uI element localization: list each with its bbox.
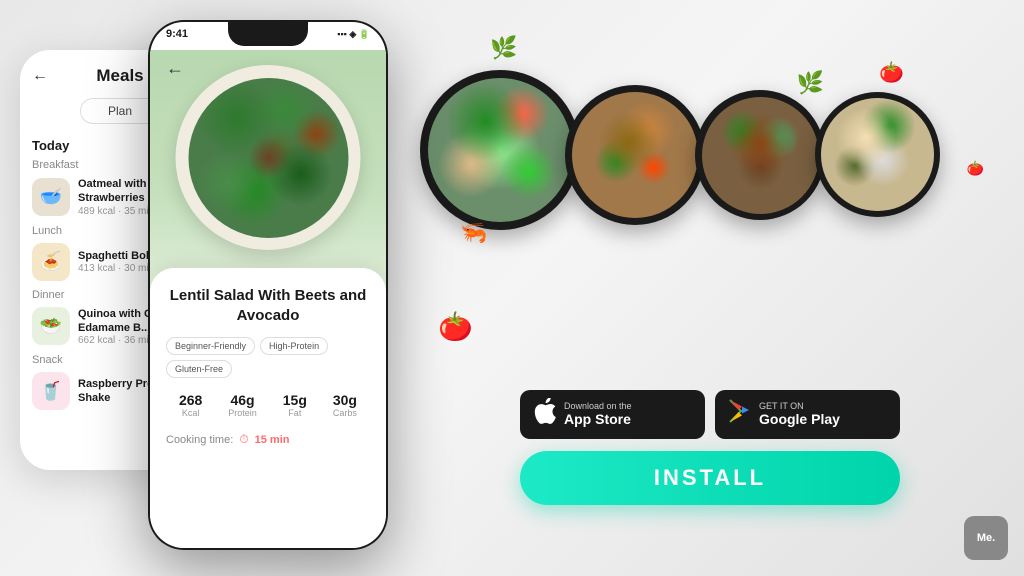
dish-info-card: Lentil Salad With Beets and Avocado Begi…: [150, 268, 386, 548]
protein-value: 46g: [228, 392, 257, 408]
meal-thumb-3: 🥗: [32, 307, 70, 345]
install-button[interactable]: INSTALL: [520, 451, 900, 505]
plate-food-1: [428, 78, 572, 222]
phone-screen: 9:41 ▪▪▪ ◈ 🔋 ← Lentil Salad With Beets a…: [150, 22, 386, 548]
cooking-time: Cooking time: ⏱ 15 min: [166, 432, 370, 447]
nutrition-row: 268 Kcal 46g Protein 15g Fat 30g Carbs: [166, 392, 370, 418]
food-image-area: [150, 50, 386, 290]
store-buttons: Download on the App Store GET IT ON Goog…: [520, 390, 900, 439]
tag-beginner[interactable]: Beginner-Friendly: [166, 337, 255, 355]
app-store-subtitle: Download on the: [564, 402, 632, 411]
google-play-title: Google Play: [759, 411, 840, 428]
kcal-label: Kcal: [179, 408, 202, 418]
timer-icon: ⏱: [239, 432, 248, 447]
fat-label: Fat: [283, 408, 307, 418]
plate-4: [815, 92, 940, 217]
salad-bowl-visual: [188, 78, 348, 238]
plate-1: [420, 70, 580, 230]
back-arrow-icon: ←: [32, 67, 48, 85]
plate-food-2: [572, 92, 698, 218]
plate-food-3: [702, 97, 819, 214]
status-time: 9:41: [166, 28, 188, 40]
shrimp-decoration: 🦐: [460, 220, 487, 246]
leaf-decoration-2: 🌿: [797, 70, 824, 96]
google-play-button[interactable]: GET IT ON Google Play: [715, 390, 900, 439]
meals-title: Meals: [96, 66, 143, 86]
app-store-text: Download on the App Store: [564, 402, 632, 428]
app-store-title: App Store: [564, 411, 632, 428]
tag-protein[interactable]: High-Protein: [260, 337, 328, 355]
play-store-icon: [729, 399, 751, 430]
plates-section: [410, 20, 1024, 390]
tomato-decoration-1: 🍅: [438, 310, 473, 343]
apple-icon: [534, 398, 556, 431]
dish-title: Lentil Salad With Beets and Avocado: [166, 286, 370, 325]
status-icons: ▪▪▪ ◈ 🔋: [337, 29, 370, 40]
plate-food-4: [821, 98, 934, 211]
watermark-logo: Me.: [964, 516, 1008, 560]
leaf-decoration-1: 🌿: [490, 35, 517, 61]
carbs-value: 30g: [333, 392, 357, 408]
protein-label: Protein: [228, 408, 257, 418]
tomato-decoration-3: 🍅: [967, 160, 984, 177]
nutrition-kcal: 268 Kcal: [179, 392, 202, 418]
screen-back-button[interactable]: ←: [166, 58, 184, 79]
tag-gluten[interactable]: Gluten-Free: [166, 360, 232, 378]
cta-section: Download on the App Store GET IT ON Goog…: [520, 390, 900, 505]
phone-front: 9:41 ▪▪▪ ◈ 🔋 ← Lentil Salad With Beets a…: [148, 20, 388, 550]
carbs-label: Carbs: [333, 408, 357, 418]
nutrition-fat: 15g Fat: [283, 392, 307, 418]
google-play-subtitle: GET IT ON: [759, 402, 840, 411]
nutrition-carbs: 30g Carbs: [333, 392, 357, 418]
fat-value: 15g: [283, 392, 307, 408]
nutrition-protein: 46g Protein: [228, 392, 257, 418]
tags-row: Beginner-Friendly High-Protein Gluten-Fr…: [166, 337, 370, 378]
meal-thumb-4: 🥤: [32, 372, 70, 410]
plate-2: [565, 85, 705, 225]
meal-thumb-1: 🥣: [32, 178, 70, 216]
plate-3: [695, 90, 825, 220]
cooking-time-value: 15 min: [255, 434, 290, 446]
status-bar: 9:41 ▪▪▪ ◈ 🔋: [166, 28, 370, 40]
tomato-decoration-2: 🍅: [879, 60, 904, 85]
google-play-text: GET IT ON Google Play: [759, 402, 840, 428]
kcal-value: 268: [179, 392, 202, 408]
meal-thumb-2: 🍝: [32, 243, 70, 281]
cooking-time-label: Cooking time:: [166, 434, 233, 446]
app-store-button[interactable]: Download on the App Store: [520, 390, 705, 439]
